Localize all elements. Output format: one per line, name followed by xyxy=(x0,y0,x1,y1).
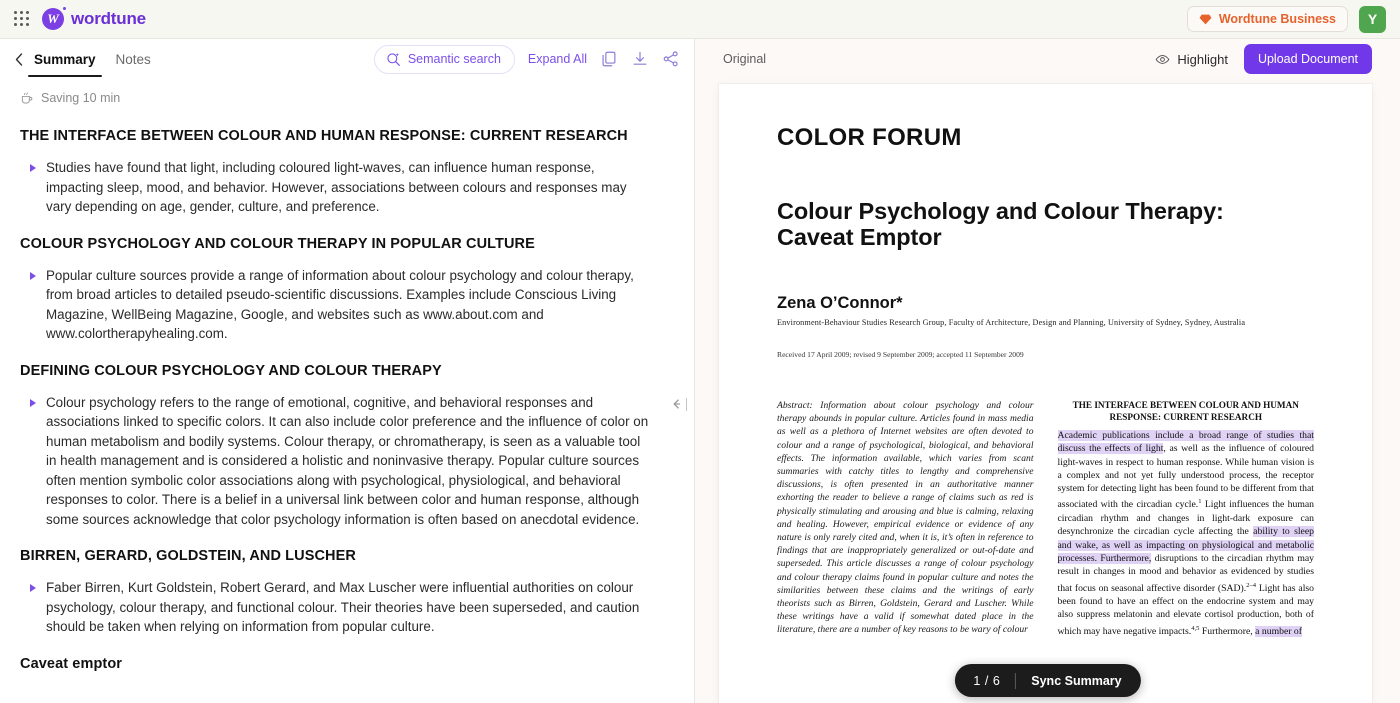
summary-bullet: Studies have found that light, including… xyxy=(18,158,654,217)
summary-section-heading: DEFINING COLOUR PSYCHOLOGY AND COLOUR TH… xyxy=(20,362,442,379)
paper-abstract: Abstract: Information about colour psych… xyxy=(777,400,1034,636)
summary-bullet: Faber Birren, Kurt Goldstein, Robert Ger… xyxy=(18,578,654,637)
document-page[interactable]: COLOR FORUM Colour Psychology and Colour… xyxy=(719,84,1372,703)
paper-section-heading: THE INTERFACE BETWEEN COLOUR AND HUMAN R… xyxy=(1072,400,1299,422)
collapse-divider xyxy=(686,397,687,411)
eye-icon xyxy=(1156,54,1170,64)
bullet-expand-icon[interactable] xyxy=(30,584,36,592)
coffee-icon xyxy=(21,92,33,104)
document-panel: Original Highlight Upload Document COLOR… xyxy=(695,39,1400,703)
tab-summary[interactable]: Summary xyxy=(28,41,102,77)
bullet-expand-icon[interactable] xyxy=(30,271,36,280)
summary-toolbar: Summary Notes Semantic search Expand All xyxy=(0,39,694,79)
summary-bullet: Popular culture sources provide a range … xyxy=(18,266,654,344)
sync-summary-button[interactable]: Sync Summary xyxy=(1031,674,1121,688)
chevron-left-icon[interactable] xyxy=(10,50,28,68)
summary-section-heading: THE INTERFACE BETWEEN COLOUR AND HUMAN R… xyxy=(20,128,628,144)
highlight-button[interactable]: Highlight xyxy=(1155,52,1228,67)
bullet-expand-icon[interactable] xyxy=(30,164,36,172)
summary-bullet-text: Studies have found that light, including… xyxy=(46,160,627,214)
wordtune-business-label: Wordtune Business xyxy=(1218,12,1336,26)
page-indicator-pill: 1 / 6 Sync Summary xyxy=(954,664,1141,697)
bullet-expand-icon[interactable] xyxy=(30,398,36,407)
paper-text: Furthermore, xyxy=(1199,625,1256,637)
paper-author: Zena O’Connor* xyxy=(777,294,903,312)
document-toolbar-actions: Highlight Upload Document xyxy=(1155,44,1372,74)
wordtune-mark-icon: W xyxy=(42,7,66,30)
highlight-label: Highlight xyxy=(1177,51,1228,67)
expand-all-button[interactable]: Expand All xyxy=(528,52,587,66)
paper-citation-marker: 2–4 xyxy=(1246,581,1257,589)
search-sparkle-icon xyxy=(387,52,400,66)
saving-status: Saving 10 min xyxy=(0,79,694,105)
summary-bullet: Colour psychology refers to the range of… xyxy=(18,393,654,530)
wordtune-logo[interactable]: W wordtune xyxy=(42,7,146,30)
pill-divider xyxy=(1015,672,1017,689)
paper-title: Colour Psychology and Colour Therapy: Ca… xyxy=(777,198,1224,250)
apps-grid-icon[interactable] xyxy=(14,11,30,27)
upload-document-button[interactable]: Upload Document xyxy=(1243,44,1372,74)
collapse-panel-icon[interactable] xyxy=(669,397,687,411)
page-current: 1 xyxy=(973,673,981,688)
paper-affiliation: Environment-Behaviour Studies Research G… xyxy=(777,318,1246,327)
gem-icon xyxy=(1199,14,1212,24)
download-icon[interactable] xyxy=(631,50,649,68)
semantic-search-label: Semantic search xyxy=(407,52,501,66)
page-separator: / xyxy=(984,673,989,688)
top-bar-right: Wordtune Business Y xyxy=(1186,5,1386,33)
paper-section-body: Academic publications include a broad ra… xyxy=(1057,429,1314,638)
avatar[interactable]: Y xyxy=(1359,5,1386,33)
summary-tabs: Summary Notes xyxy=(28,41,153,77)
page-indicator-current: 1 / 6 xyxy=(973,674,1000,688)
document-toolbar: Original Highlight Upload Document xyxy=(695,39,1400,79)
paper-column-left: Abstract: Information about colour psych… xyxy=(777,399,1034,638)
brand-name: wordtune xyxy=(71,9,146,28)
summary-bullet-text: Faber Birren, Kurt Goldstein, Robert Ger… xyxy=(46,580,640,634)
summary-section-heading: COLOUR PSYCHOLOGY AND COLOUR THERAPY IN … xyxy=(20,235,535,252)
saving-status-text: Saving 10 min xyxy=(41,91,121,105)
tab-notes[interactable]: Notes xyxy=(114,41,153,77)
summary-section-heading: Caveat emptor xyxy=(20,655,123,672)
share-icon[interactable] xyxy=(662,50,680,68)
paper-column-right: THE INTERFACE BETWEEN COLOUR AND HUMAN R… xyxy=(1057,399,1314,638)
summary-bullet-text: Popular culture sources provide a range … xyxy=(46,267,634,342)
summary-panel: Summary Notes Semantic search Expand All xyxy=(0,39,695,703)
paper-columns: Abstract: Information about colour psych… xyxy=(777,399,1314,638)
wordtune-business-button[interactable]: Wordtune Business xyxy=(1186,6,1348,32)
document-view-label: Original xyxy=(723,52,767,66)
summary-section-heading: BIRREN, GERARD, GOLDSTEIN, AND LUSCHER xyxy=(20,548,356,564)
top-bar: W wordtune Wordtune Business Y xyxy=(0,0,1400,39)
paper-journal-name: COLOR FORUM xyxy=(777,124,962,151)
paper-highlighted-text[interactable]: a number of xyxy=(1255,625,1302,637)
copy-icon[interactable] xyxy=(600,50,618,68)
paper-received-dates: Received 17 April 2009; revised 9 Septem… xyxy=(777,350,1024,359)
summary-content: THE INTERFACE BETWEEN COLOUR AND HUMAN R… xyxy=(0,105,694,695)
summary-toolbar-actions: Semantic search Expand All xyxy=(373,44,680,74)
summary-bullet-text: Colour psychology refers to the range of… xyxy=(46,394,649,527)
main-split: Summary Notes Semantic search Expand All xyxy=(0,39,1400,703)
semantic-search-button[interactable]: Semantic search xyxy=(373,44,515,74)
page-total: 6 xyxy=(992,673,1001,688)
